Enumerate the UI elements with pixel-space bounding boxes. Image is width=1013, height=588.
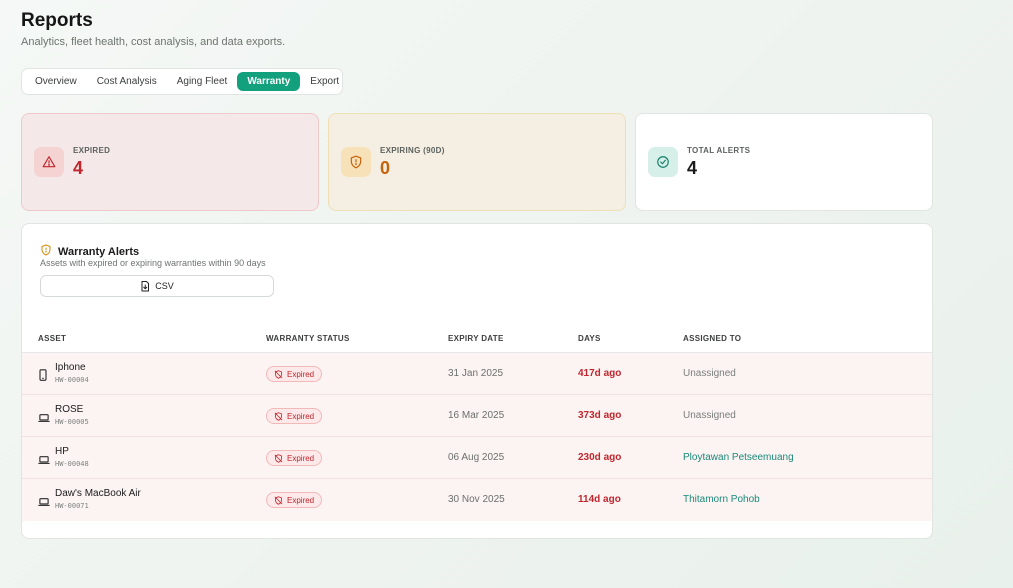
check-circle-icon: [648, 147, 678, 177]
laptop-icon: [38, 494, 50, 512]
table-row[interactable]: Daw's MacBook Air HW-00071 Expired 30 No…: [22, 479, 932, 521]
column-header-asset[interactable]: ASSET: [38, 334, 66, 343]
csv-label: CSV: [155, 281, 174, 291]
shield-off-icon: [274, 369, 283, 379]
tab-overview[interactable]: Overview: [25, 72, 87, 91]
shield-off-icon: [274, 411, 283, 421]
status-badge: Expired: [266, 492, 323, 508]
column-header-assigned[interactable]: ASSIGNED TO: [683, 334, 741, 343]
panel-title: Warranty Alerts: [58, 246, 140, 258]
expiry-date: 31 Jan 2025: [448, 368, 504, 379]
days-ago: 417d ago: [578, 368, 622, 379]
warranty-table: ASSET WARRANTY STATUS EXPIRY DATE DAYS A…: [22, 323, 932, 521]
asset-id: HW-00004: [55, 376, 89, 384]
page-title: Reports: [21, 10, 93, 31]
phone-icon: [38, 368, 48, 386]
tab-cost-analysis[interactable]: Cost Analysis: [87, 72, 167, 91]
status-badge: Expired: [266, 408, 323, 424]
panel-subtitle: Assets with expired or expiring warranti…: [40, 258, 266, 268]
status-text: Expired: [287, 369, 315, 379]
expiry-date: 16 Mar 2025: [448, 410, 505, 421]
shield-off-icon: [274, 453, 283, 463]
expiry-date: 30 Nov 2025: [448, 494, 505, 505]
expiry-date: 06 Aug 2025: [448, 452, 505, 463]
days-ago: 230d ago: [578, 452, 622, 463]
report-tabs: Overview Cost Analysis Aging Fleet Warra…: [21, 68, 343, 95]
assigned-to: Unassigned: [683, 368, 736, 379]
assigned-user-link[interactable]: Ploytawan Petseemuang: [683, 452, 794, 463]
alert-triangle-icon: [34, 147, 64, 177]
table-header: ASSET WARRANTY STATUS EXPIRY DATE DAYS A…: [22, 323, 932, 353]
laptop-icon: [38, 452, 50, 470]
days-ago: 373d ago: [578, 410, 622, 421]
stat-value-expired: 4: [73, 157, 84, 178]
status-badge: Expired: [266, 450, 323, 466]
warranty-alerts-panel: Warranty Alerts Assets with expired or e…: [21, 223, 933, 539]
asset-id: HW-00048: [55, 460, 89, 468]
status-text: Expired: [287, 495, 315, 505]
table-row[interactable]: ROSE HW-00005 Expired 16 Mar 2025 373d a…: [22, 395, 932, 437]
asset-name: ROSE: [55, 404, 84, 415]
shield-alert-icon: [341, 147, 371, 177]
asset-id: HW-00071: [55, 502, 89, 510]
asset-name: Iphone: [55, 362, 86, 373]
asset-id: HW-00005: [55, 418, 89, 426]
stat-card-expired: EXPIRED 4: [21, 113, 319, 211]
stat-label-expired: EXPIRED: [73, 145, 111, 155]
table-row[interactable]: Iphone HW-00004 Expired 31 Jan 2025 417d…: [22, 353, 932, 395]
stat-card-total: TOTAL ALERTS 4: [635, 113, 933, 211]
status-text: Expired: [287, 411, 315, 421]
status-text: Expired: [287, 453, 315, 463]
stat-value-expiring: 0: [380, 157, 391, 178]
stat-label-expiring: EXPIRING (90D): [380, 145, 445, 155]
shield-off-icon: [274, 495, 283, 505]
tab-warranty[interactable]: Warranty: [237, 72, 301, 91]
file-download-icon: [141, 280, 150, 291]
days-ago: 114d ago: [578, 494, 621, 505]
stat-label-total: TOTAL ALERTS: [687, 145, 751, 155]
asset-name: Daw's MacBook Air: [55, 488, 141, 499]
asset-name: HP: [55, 446, 69, 457]
csv-export-button[interactable]: CSV: [40, 275, 274, 297]
laptop-icon: [38, 410, 50, 428]
stat-value-total: 4: [687, 157, 698, 178]
page-subtitle: Analytics, fleet health, cost analysis, …: [21, 36, 286, 48]
table-row[interactable]: HP HW-00048 Expired 06 Aug 2025 230d ago…: [22, 437, 932, 479]
assigned-to: Unassigned: [683, 410, 736, 421]
column-header-days[interactable]: DAYS: [578, 334, 601, 343]
tab-export[interactable]: Export: [300, 72, 349, 91]
assigned-user-link[interactable]: Thitamorn Pohob: [683, 494, 760, 505]
column-header-status[interactable]: WARRANTY STATUS: [266, 334, 350, 343]
tab-aging-fleet[interactable]: Aging Fleet: [167, 72, 238, 91]
stat-card-expiring: EXPIRING (90D) 0: [328, 113, 626, 211]
column-header-expiry[interactable]: EXPIRY DATE: [448, 334, 504, 343]
status-badge: Expired: [266, 366, 323, 382]
